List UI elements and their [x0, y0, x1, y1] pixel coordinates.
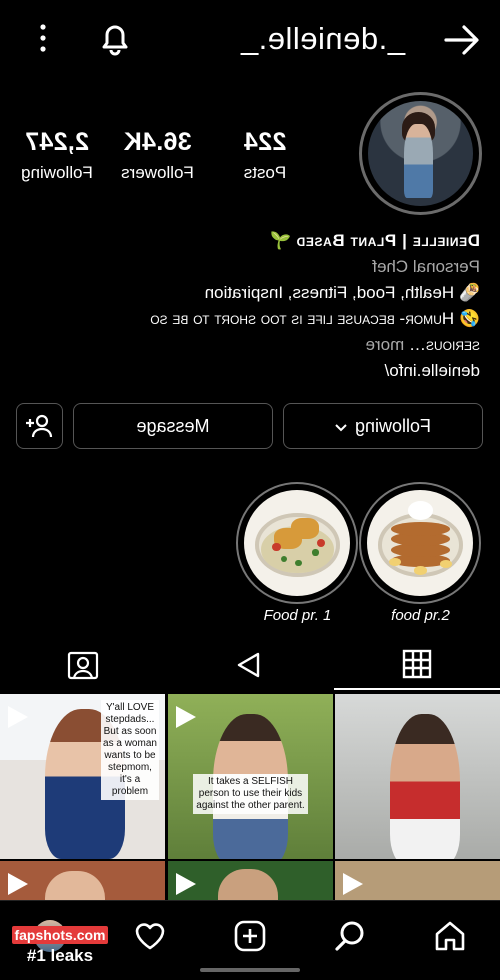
- watermark-site: fapshots.com: [12, 926, 108, 944]
- highlight-chicken-rice-image: [244, 490, 351, 596]
- reel-icon: [176, 706, 196, 728]
- add-person-icon: [26, 414, 53, 438]
- highlight-food-pr1[interactable]: Food pr. 1: [235, 482, 360, 624]
- profile-avatar[interactable]: [359, 92, 482, 215]
- top-bar: _.denielle._: [0, 18, 500, 62]
- bio-website-link[interactable]: denielle.info/: [20, 358, 480, 384]
- profile-stats: 224 Posts 36.4K Followers 2,247 Followin…: [20, 128, 310, 188]
- highlight-label: Food pr. 1: [263, 607, 332, 624]
- stat-following[interactable]: 2,247 Following: [12, 128, 102, 183]
- grid-post[interactable]: [0, 861, 165, 904]
- grid-post[interactable]: It takes a SELFISH person to use their k…: [168, 694, 333, 859]
- followers-label: Followers: [121, 163, 194, 182]
- nav-activity[interactable]: [125, 911, 175, 961]
- bio-more-link[interactable]: more: [366, 335, 405, 354]
- profile-category: Personal Chef: [372, 257, 480, 276]
- nav-create[interactable]: [225, 911, 275, 961]
- followers-count: 36.4K: [123, 128, 192, 156]
- following-button[interactable]: Following: [283, 403, 483, 449]
- profile-bio: Denielle | Plant Based 🌱 Personal Chef 🌯…: [20, 228, 480, 384]
- nav-search[interactable]: [325, 911, 375, 961]
- following-button-label: Following: [354, 415, 432, 436]
- nav-home[interactable]: [425, 911, 475, 961]
- reel-icon: [8, 706, 28, 728]
- burrito-emoji: 🌯: [458, 283, 480, 302]
- highlight-food-pr2[interactable]: food pr.2: [358, 482, 483, 624]
- posts-grid: It takes a SELFISH person to use their k…: [0, 694, 500, 904]
- tab-reels[interactable]: [167, 640, 333, 690]
- tab-tagged[interactable]: [0, 640, 166, 690]
- suggested-users-button[interactable]: [16, 403, 63, 449]
- grid-post[interactable]: Y'all LOVE stepdads... But as soon as a …: [0, 694, 165, 859]
- watermark-tagline: #1 leaks: [26, 946, 94, 965]
- profile-actions: Following Message: [16, 403, 483, 449]
- grid-post[interactable]: [335, 861, 500, 904]
- bio-line-1: Health, Food, Fitness, Inspiration: [204, 283, 455, 302]
- stat-posts[interactable]: 224 Posts: [220, 128, 310, 183]
- chevron-down-icon: [335, 416, 347, 437]
- home-icon: [435, 921, 465, 951]
- reel-icon: [343, 873, 363, 895]
- profile-screen: _.denielle._ 224 Posts 36.4K Followers 2…: [0, 0, 500, 980]
- laughing-emoji: 🤣: [458, 309, 480, 328]
- profile-username: _.denielle._: [240, 21, 405, 56]
- posts-label: Posts: [243, 163, 287, 182]
- bio-line-2: Humor- because life is too short to be s…: [150, 309, 455, 328]
- back-arrow-icon[interactable]: [442, 22, 482, 58]
- following-count: 2,247: [24, 128, 90, 156]
- highlight-label: food pr.2: [391, 607, 450, 624]
- reel-icon: [8, 873, 28, 895]
- tab-posts-grid[interactable]: [334, 640, 500, 690]
- home-indicator: [200, 968, 300, 972]
- more-vertical-icon[interactable]: [28, 20, 58, 56]
- avatar-image: [368, 101, 473, 206]
- message-button-label: Message: [136, 415, 210, 436]
- reel-icon: [176, 873, 196, 895]
- play-outline-icon: [237, 652, 260, 678]
- posts-count: 224: [243, 128, 287, 156]
- grid-post[interactable]: [168, 861, 333, 904]
- grid-post[interactable]: [335, 694, 500, 859]
- message-button[interactable]: Message: [73, 403, 273, 449]
- tagged-person-icon: [67, 651, 99, 680]
- profile-tabs: [0, 640, 500, 690]
- plus-square-icon: [234, 920, 266, 952]
- watermark: fapshots.com #1 leaks: [12, 926, 108, 972]
- search-icon: [335, 921, 364, 951]
- heart-icon: [135, 923, 165, 950]
- seedling-emoji: 🌱: [270, 231, 292, 250]
- bio-line-3: serious…: [408, 335, 480, 354]
- post-caption: It takes a SELFISH person to use their k…: [193, 774, 308, 814]
- display-name: Denielle | Plant Based: [295, 231, 480, 250]
- bell-icon[interactable]: [95, 18, 135, 58]
- following-label: Following: [21, 163, 93, 182]
- highlight-pancakes-image: [367, 490, 474, 596]
- grid-icon: [402, 649, 432, 679]
- stat-followers[interactable]: 36.4K Followers: [105, 128, 210, 183]
- post-caption: Y'all LOVE stepdads... But as soon as a …: [101, 700, 159, 800]
